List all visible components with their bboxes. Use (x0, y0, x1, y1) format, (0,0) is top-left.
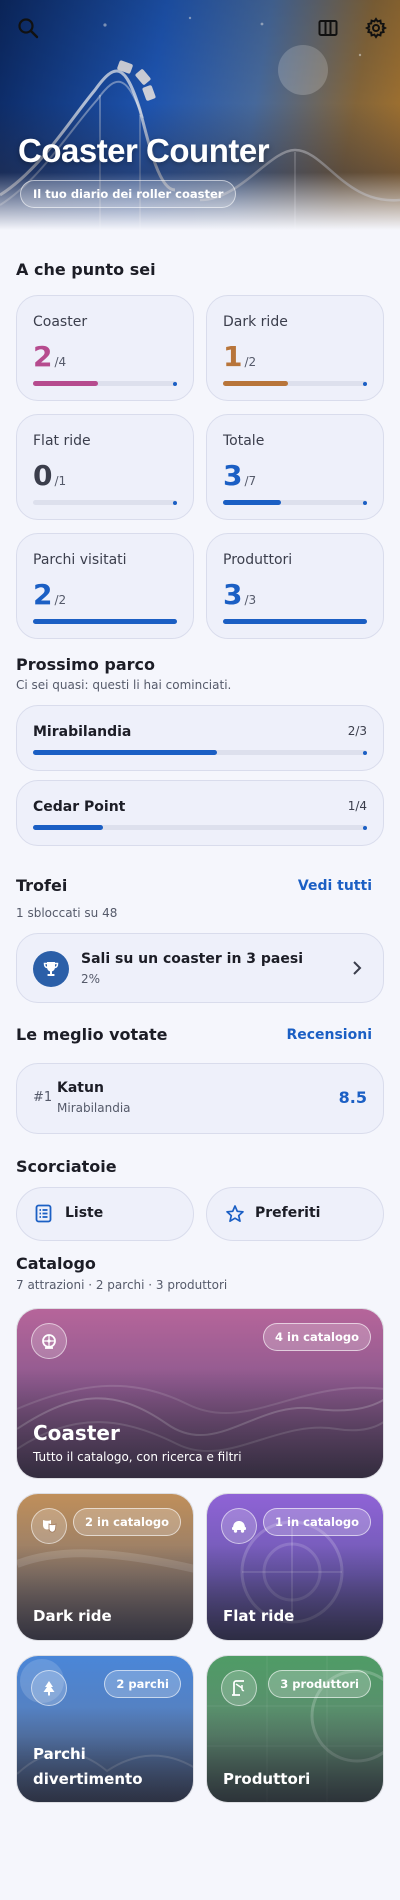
stat-progress-bar (33, 619, 177, 624)
ride-car-icon (221, 1508, 257, 1544)
search-button[interactable] (14, 14, 42, 42)
stat-value: 2/2 (33, 578, 67, 611)
shortcut-label: Liste (65, 1205, 104, 1221)
progress-section-title: A che punto sei (16, 260, 156, 279)
crane-icon (221, 1670, 257, 1706)
catalog-count-badge: 4 in catalogo (263, 1323, 371, 1351)
catalog-tile-coaster[interactable]: 4 in catalogo Coaster Tutto il catalogo,… (16, 1308, 384, 1479)
park-progress-bar (33, 750, 367, 755)
park-card-mirabilandia[interactable]: Mirabilandia 2/3 (16, 705, 384, 771)
gear-icon (365, 17, 387, 39)
tile-title: Coaster (33, 1421, 120, 1445)
catalog-tile-produttori[interactable]: 3 produttori Produttori (206, 1655, 384, 1803)
stat-label: Totale (223, 433, 265, 449)
stat-value: 3/7 (223, 459, 257, 492)
columns-icon (318, 20, 338, 36)
park-count: 1/4 (347, 799, 367, 813)
chevron-right-icon (353, 961, 362, 975)
ride-name: Katun (57, 1080, 104, 1096)
list-icon (35, 1204, 52, 1223)
tree-icon (31, 1670, 67, 1706)
see-all-trophies-link[interactable]: Vedi tutti (298, 878, 372, 894)
catalog-tile-flat-ride[interactable]: 1 in catalogo Flat ride (206, 1493, 384, 1641)
ride-park: Mirabilandia (57, 1101, 131, 1115)
rank-label: #1 (33, 1090, 53, 1105)
catalog-tile-parchi[interactable]: 2 parchi Parchi divertimento (16, 1655, 194, 1803)
stat-progress-bar (33, 381, 177, 386)
stat-value: 1/2 (223, 340, 257, 373)
shortcut-preferiti[interactable]: Preferiti (206, 1187, 384, 1241)
reviews-link[interactable]: Recensioni (286, 1027, 372, 1043)
stat-label: Flat ride (33, 433, 91, 449)
top-rated-card[interactable]: #1 Katun Mirabilandia 8.5 (16, 1063, 384, 1134)
tile-title: Produttori (223, 1770, 311, 1788)
catalog-count-badge: 2 parchi (104, 1670, 181, 1698)
search-icon (18, 18, 39, 39)
trophies-section-title: Trofei (16, 876, 68, 895)
top-rated-section-title: Le meglio votate (16, 1025, 168, 1044)
park-card-cedar-point[interactable]: Cedar Point 1/4 (16, 780, 384, 846)
stat-progress-bar (223, 619, 367, 624)
theater-masks-icon (31, 1508, 67, 1544)
catalog-section-title: Catalogo (16, 1254, 96, 1273)
next-park-subtitle: Ci sei quasi: questi li hai cominciati. (16, 678, 232, 692)
park-name: Mirabilandia (33, 724, 132, 740)
stat-value: 0/1 (33, 459, 67, 492)
tile-title: Flat ride (223, 1607, 295, 1625)
rating-score: 8.5 (338, 1088, 367, 1107)
stat-card-totale[interactable]: Totale 3/7 (206, 414, 384, 520)
tile-title-line2: divertimento (33, 1770, 143, 1788)
tile-description: Tutto il catalogo, con ricerca e filtri (33, 1450, 242, 1464)
catalog-tile-dark-ride[interactable]: 2 in catalogo Dark ride (16, 1493, 194, 1641)
trophy-name: Sali su un coaster in 3 paesi (81, 951, 303, 967)
stat-label: Coaster (33, 314, 88, 330)
shortcut-label: Preferiti (255, 1205, 321, 1221)
catalog-subtitle: 7 attrazioni · 2 parchi · 3 produttori (16, 1278, 228, 1292)
trophy-card[interactable]: Sali su un coaster in 3 paesi 2% (16, 933, 384, 1003)
trophies-subtitle: 1 sbloccati su 48 (16, 906, 118, 920)
stat-progress-bar (33, 500, 177, 505)
stat-value: 3/3 (223, 578, 257, 611)
stat-card-flat-ride[interactable]: Flat ride 0/1 (16, 414, 194, 520)
stat-label: Parchi visitati (33, 552, 127, 568)
shortcut-liste[interactable]: Liste (16, 1187, 194, 1241)
catalog-count-badge: 2 in catalogo (73, 1508, 181, 1536)
shortcuts-section-title: Scorciatoie (16, 1157, 117, 1176)
stat-progress-bar (223, 381, 367, 386)
coaster-icon (31, 1323, 67, 1359)
settings-button[interactable] (362, 14, 390, 42)
tile-title-line1: Parchi (33, 1745, 86, 1763)
app-title: Coaster Counter (18, 132, 270, 169)
stat-label: Dark ride (223, 314, 288, 330)
catalog-count-badge: 3 produttori (268, 1670, 371, 1698)
stat-label: Produttori (223, 552, 293, 568)
catalog-count-badge: 1 in catalogo (263, 1508, 371, 1536)
app-subtitle-chip: Il tuo diario dei roller coaster (20, 180, 237, 208)
stat-card-coaster[interactable]: Coaster 2/4 (16, 295, 194, 401)
park-count: 2/3 (347, 724, 367, 738)
star-icon (226, 1205, 244, 1223)
stat-card-produttori[interactable]: Produttori 3/3 (206, 533, 384, 639)
next-park-section-title: Prossimo parco (16, 655, 155, 674)
stat-card-dark-ride[interactable]: Dark ride 1/2 (206, 295, 384, 401)
park-progress-bar (33, 825, 367, 830)
hero-header: Coaster Counter Il tuo diario dei roller… (0, 0, 400, 230)
trophy-percent: 2% (81, 972, 101, 986)
stat-progress-bar (223, 500, 367, 505)
stat-card-parchi-visitati[interactable]: Parchi visitati 2/2 (16, 533, 194, 639)
park-name: Cedar Point (33, 799, 126, 815)
trophy-icon (33, 951, 69, 987)
stat-value: 2/4 (33, 340, 67, 373)
columns-button[interactable] (314, 14, 342, 42)
tile-title: Dark ride (33, 1607, 112, 1625)
